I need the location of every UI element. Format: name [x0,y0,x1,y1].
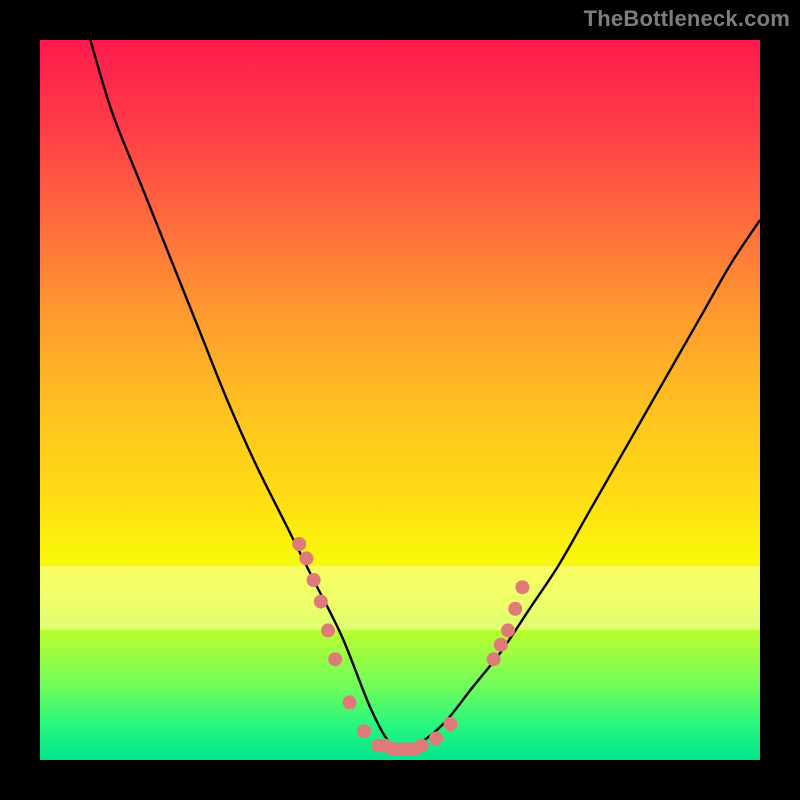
scatter-dot [515,580,529,594]
scatter-dot [314,595,328,609]
bottleneck-curve [90,40,760,749]
scatter-dot [415,739,429,753]
scatter-dot [307,573,321,587]
scatter-dots [292,537,529,756]
plot-area [40,40,760,760]
chart-svg [40,40,760,760]
scatter-dot [292,537,306,551]
scatter-dot [487,652,501,666]
scatter-dot [357,724,371,738]
scatter-dot [494,638,508,652]
scatter-dot [328,652,342,666]
scatter-dot [429,731,443,745]
scatter-dot [321,623,335,637]
watermark-text: TheBottleneck.com [584,6,790,32]
figure-frame: TheBottleneck.com [0,0,800,800]
scatter-dot [443,717,457,731]
scatter-dot [299,551,313,565]
scatter-dot [508,602,522,616]
scatter-dot [501,623,515,637]
scatter-dot [343,695,357,709]
